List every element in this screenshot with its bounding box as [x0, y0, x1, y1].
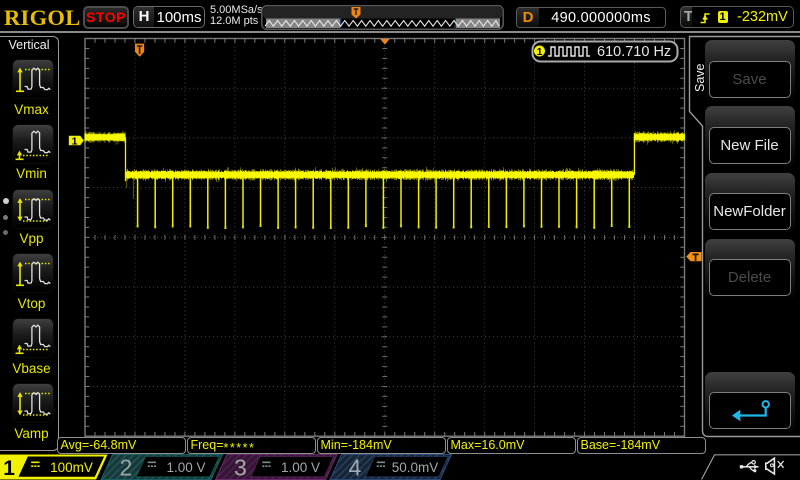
svg-text:50.0mV: 50.0mV [392, 460, 439, 475]
svg-text:610.710 Hz: 610.710 Hz [597, 44, 671, 60]
svg-text:1: 1 [72, 135, 78, 147]
svg-text:4: 4 [349, 454, 362, 480]
svg-text:2: 2 [120, 454, 133, 480]
svg-text:1.00 V: 1.00 V [281, 460, 320, 475]
svg-text:3: 3 [234, 454, 247, 480]
svg-text:100mV: 100mV [50, 460, 93, 475]
svg-text:1: 1 [537, 46, 543, 58]
svg-text:1: 1 [3, 457, 15, 480]
svg-text:1.00 V: 1.00 V [166, 460, 205, 475]
